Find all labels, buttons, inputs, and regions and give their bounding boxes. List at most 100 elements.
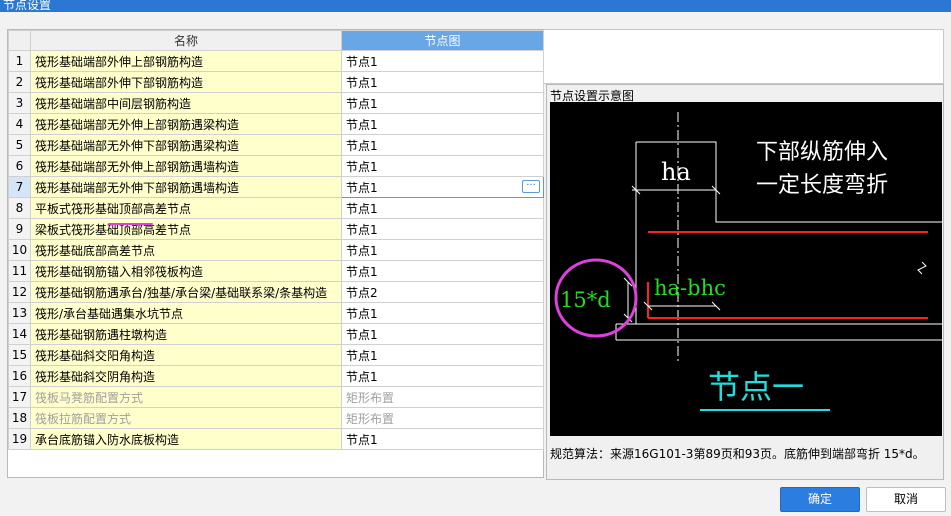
table-row[interactable]: 12 筏形基础钢筋遇承台/独基/承台梁/基础联系梁/条基构造 节点2: [8, 281, 544, 303]
table-row[interactable]: 15 筏形基础斜交阳角构造 节点1: [8, 344, 544, 366]
row-index: 8: [8, 197, 31, 219]
bend-15d-label: 15*d: [560, 288, 611, 312]
table-row[interactable]: 3 筏形基础端部中间层钢筋构造 节点1: [8, 92, 544, 114]
table-row[interactable]: 8 平板式筏形基础顶部高差节点 节点1: [8, 197, 544, 219]
table-row[interactable]: 19 承台底筋锚入防水底板构造 节点1: [8, 428, 544, 450]
row-node-cell[interactable]: 节点1: [341, 344, 544, 366]
row-name: 筏板拉筋配置方式: [30, 407, 342, 429]
table-row[interactable]: 2 筏形基础端部外伸下部钢筋构造 节点1: [8, 71, 544, 93]
row-node-cell[interactable]: 节点1: [341, 197, 544, 219]
table-row[interactable]: 18 筏板拉筋配置方式 矩形布置: [8, 407, 544, 429]
row-node-value: 矩形布置: [346, 411, 395, 426]
row-index: 16: [8, 365, 31, 387]
window-title: 节点设置: [0, 0, 951, 12]
row-index: 6: [8, 155, 31, 177]
table-row[interactable]: 10 筏形基础底部高差节点 节点1: [8, 239, 544, 261]
row-name: 筏形基础斜交阳角构造: [30, 344, 342, 366]
row-index: 3: [8, 92, 31, 114]
row-node-value: 节点1: [346, 306, 378, 321]
ok-button[interactable]: 确定: [780, 487, 860, 512]
description-line-2: 一定长度弯折: [756, 173, 888, 198]
row-node-value: 节点1: [346, 348, 378, 363]
row-name: 筏形基础钢筋锚入相邻筏板构造: [30, 260, 342, 282]
table-row[interactable]: 4 筏形基础端部无外伸上部钢筋遇梁构造 节点1: [8, 113, 544, 135]
row-node-value: 节点1: [346, 369, 378, 384]
table-row[interactable]: 9 梁板式筏形基础顶部高差节点 节点1: [8, 218, 544, 240]
table-row[interactable]: 1 筏形基础端部外伸上部钢筋构造 节点1: [8, 50, 544, 72]
table-row[interactable]: 14 筏形基础钢筋遇柱墩构造 节点1: [8, 323, 544, 345]
row-node-value: 节点1: [346, 54, 378, 69]
row-node-cell[interactable]: 节点1: [341, 239, 544, 261]
row-index: 15: [8, 344, 31, 366]
row-node-cell[interactable]: 节点1: [341, 260, 544, 282]
row-index: 13: [8, 302, 31, 324]
row-node-cell[interactable]: 节点1: [341, 155, 544, 177]
row-index: 18: [8, 407, 31, 429]
row-name: 平板式筏形基础顶部高差节点: [30, 197, 342, 219]
node-table: 名称 节点图 1 筏形基础端部外伸上部钢筋构造 节点1 2 筏形基础端部外伸下部钢筋构造…: [7, 29, 544, 478]
table-row[interactable]: 7 筏形基础端部无外伸下部钢筋遇墙构造 节点1 ···: [8, 176, 544, 198]
row-node-value: 节点1: [346, 159, 378, 174]
header-name[interactable]: 名称: [30, 30, 342, 51]
table-header-row: 名称 节点图: [8, 30, 544, 51]
header-node[interactable]: 节点图: [341, 30, 544, 51]
row-node-cell[interactable]: 矩形布置: [341, 386, 544, 408]
table-row[interactable]: 17 筏板马凳筋配置方式 矩形布置: [8, 386, 544, 408]
table-row[interactable]: 11 筏形基础钢筋锚入相邻筏板构造 节点1: [8, 260, 544, 282]
row-name: 筏形基础端部外伸上部钢筋构造: [30, 50, 342, 72]
row-node-cell[interactable]: 节点2: [341, 281, 544, 303]
row-index: 9: [8, 218, 31, 240]
row-index: 5: [8, 134, 31, 156]
description-line-1: 下部纵筋伸入: [756, 140, 888, 165]
row-node-value: 节点1: [346, 327, 378, 342]
row-index: 4: [8, 113, 31, 135]
row-node-cell[interactable]: 节点1: [341, 365, 544, 387]
row-node-value: 节点1: [346, 117, 378, 132]
header-index: [8, 30, 31, 51]
row-node-value: 节点1: [346, 75, 378, 90]
row-name: 筏形基础底部高差节点: [30, 239, 342, 261]
row-node-cell[interactable]: 矩形布置: [341, 407, 544, 429]
row-index: 12: [8, 281, 31, 303]
row-name: 筏形基础钢筋遇柱墩构造: [30, 323, 342, 345]
row-index: 17: [8, 386, 31, 408]
ha-label: ha: [661, 158, 691, 186]
preview-panel: 节点设置示意图 ha ha-bhc 15*d 下部纵筋伸入 一定长度弯折 节点一…: [546, 84, 944, 480]
row-index: 19: [8, 428, 31, 450]
row-index: 10: [8, 239, 31, 261]
node-diagram-svg: ha ha-bhc 15*d 下部纵筋伸入 一定长度弯折 节点一: [550, 102, 942, 436]
table-row[interactable]: 13 筏形/承台基础遇集水坑节点 节点1: [8, 302, 544, 324]
node-diagram: ha ha-bhc 15*d 下部纵筋伸入 一定长度弯折 节点一: [550, 102, 942, 436]
row-node-value: 节点1: [346, 138, 378, 153]
row-node-cell[interactable]: 节点1: [341, 323, 544, 345]
ellipsis-button[interactable]: ···: [522, 180, 540, 193]
row-node-cell[interactable]: 节点1: [341, 71, 544, 93]
row-node-cell[interactable]: 节点1: [341, 113, 544, 135]
row-name: 筏形基础端部外伸下部钢筋构造: [30, 71, 342, 93]
row-node-value: 节点1: [346, 264, 378, 279]
algorithm-note: 规范算法：来源16G101-3第89页和93页。底筋伸到端部弯折 15*d。: [550, 447, 925, 461]
row-node-cell[interactable]: 节点1: [341, 218, 544, 240]
row-node-value: 节点1: [346, 180, 378, 195]
row-node-cell[interactable]: 节点1: [341, 50, 544, 72]
row-name: 筏形基础端部中间层钢筋构造: [30, 92, 342, 114]
row-index: 7: [8, 176, 31, 198]
row-node-cell[interactable]: 节点1: [341, 428, 544, 450]
row-index: 14: [8, 323, 31, 345]
node-settings-grid: 名称 节点图 1 筏形基础端部外伸上部钢筋构造 节点1 2 筏形基础端部外伸下部钢筋构造…: [8, 30, 544, 450]
ha-bhc-label: ha-bhc: [654, 276, 726, 300]
row-node-value: 节点1: [346, 96, 378, 111]
row-node-cell[interactable]: 节点1: [341, 302, 544, 324]
row-name: 筏板马凳筋配置方式: [30, 386, 342, 408]
preview-blank-area: [544, 29, 944, 84]
row-node-cell[interactable]: 节点1: [341, 92, 544, 114]
row-node-cell[interactable]: 节点1 ···: [341, 176, 544, 198]
table-row[interactable]: 5 筏形基础端部无外伸下部钢筋遇梁构造 节点1: [8, 134, 544, 156]
table-row[interactable]: 6 筏形基础端部无外伸上部钢筋遇墙构造 节点1: [8, 155, 544, 177]
row-node-value: 节点1: [346, 201, 378, 216]
row-node-cell[interactable]: 节点1: [341, 134, 544, 156]
row-node-value: 节点1: [346, 243, 378, 258]
node-caption: 节点一: [708, 368, 804, 406]
cancel-button[interactable]: 取消: [866, 487, 946, 512]
table-row[interactable]: 16 筏形基础斜交阴角构造 节点1: [8, 365, 544, 387]
